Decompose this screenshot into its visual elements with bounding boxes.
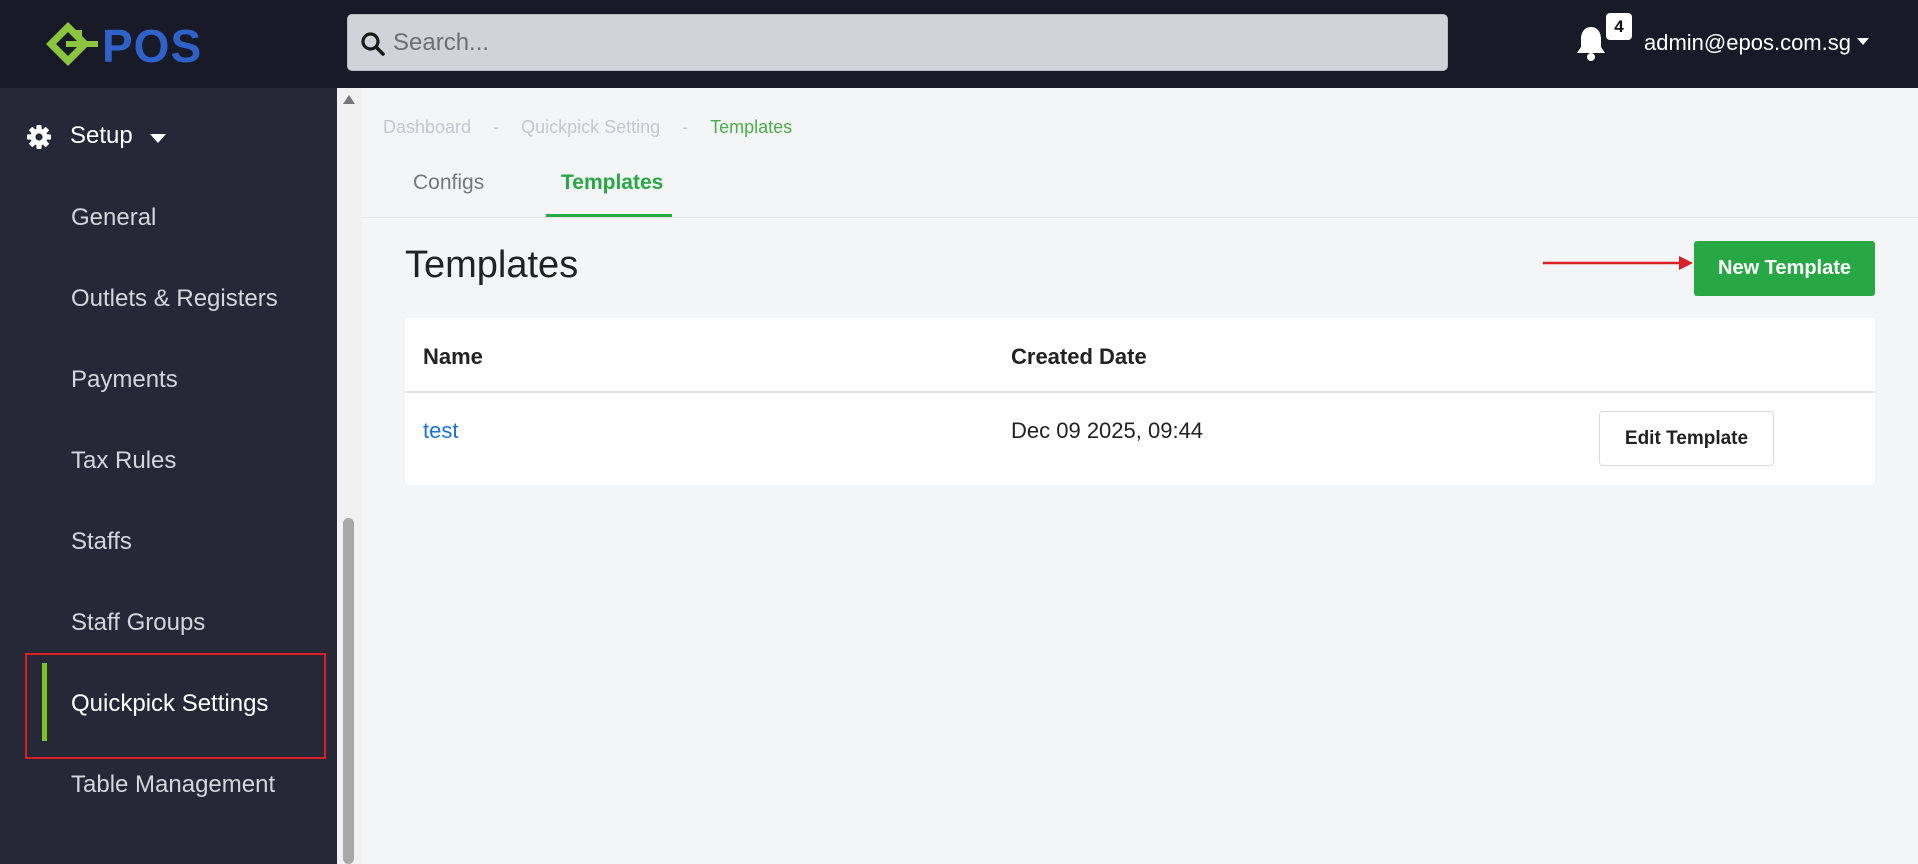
column-header-created-date: Created Date <box>1011 344 1147 369</box>
bell-icon[interactable] <box>1574 24 1608 62</box>
sidebar-item-payments[interactable]: Payments <box>71 366 178 394</box>
breadcrumb-templates: Templates <box>710 117 793 137</box>
edit-template-button[interactable]: Edit Template <box>1599 411 1774 466</box>
caret-down-icon <box>1856 37 1869 45</box>
user-menu[interactable]: admin@epos.com.sg <box>1644 30 1869 56</box>
templates-table: Name Created Date test Dec 09 2025, 09:4… <box>405 318 1875 485</box>
sidebar-item-staff-groups[interactable]: Staff Groups <box>71 609 205 637</box>
scrollbar-thumb[interactable] <box>343 518 354 864</box>
sidebar: Setup General Outlets & Registers Paymen… <box>0 88 337 864</box>
new-template-button[interactable]: New Template <box>1694 241 1875 296</box>
created-date-cell: Dec 09 2025, 09:44 <box>1011 418 1204 443</box>
search-icon <box>361 32 385 56</box>
user-email: admin@epos.com.sg <box>1644 30 1851 55</box>
tab-templates[interactable]: Templates <box>561 171 663 195</box>
breadcrumb-separator: - <box>493 117 500 137</box>
sidebar-item-outlets-registers[interactable]: Outlets & Registers <box>71 285 278 313</box>
svg-text:POS: POS <box>102 20 202 70</box>
sidebar-item-tax-rules[interactable]: Tax Rules <box>71 447 176 475</box>
sidebar-item-table-management[interactable]: Table Management <box>71 771 275 799</box>
search-bar[interactable] <box>347 14 1448 71</box>
setup-label: Setup <box>70 122 133 149</box>
sidebar-scrollbar[interactable] <box>337 88 361 864</box>
breadcrumb: Dashboard - Quickpick Setting - Templates <box>383 117 792 138</box>
gear-icon <box>27 125 51 149</box>
annotation-highlight-box <box>25 653 326 759</box>
scroll-up-arrow-icon[interactable] <box>343 95 355 104</box>
column-header-name: Name <box>423 344 483 369</box>
sidebar-item-general[interactable]: General <box>71 204 156 232</box>
caret-down-icon <box>150 134 166 143</box>
table-divider <box>405 391 1875 393</box>
search-input[interactable] <box>393 15 1433 70</box>
top-bar: POS 4 admin@epos.com.sg <box>0 0 1918 88</box>
epos-logo[interactable]: POS <box>44 18 216 70</box>
tab-bar: Configs Templates <box>361 155 1918 218</box>
template-name-link[interactable]: test <box>423 418 458 444</box>
breadcrumb-quickpick-setting[interactable]: Quickpick Setting <box>521 117 660 138</box>
sidebar-item-staffs[interactable]: Staffs <box>71 528 132 556</box>
breadcrumb-separator: - <box>682 117 689 137</box>
tab-configs[interactable]: Configs <box>413 171 484 195</box>
notification-badge: 4 <box>1606 13 1632 40</box>
breadcrumb-dashboard[interactable]: Dashboard <box>383 117 471 138</box>
page-title: Templates <box>405 244 579 286</box>
active-tab-underline <box>546 214 672 217</box>
annotation-arrow <box>1543 256 1693 270</box>
